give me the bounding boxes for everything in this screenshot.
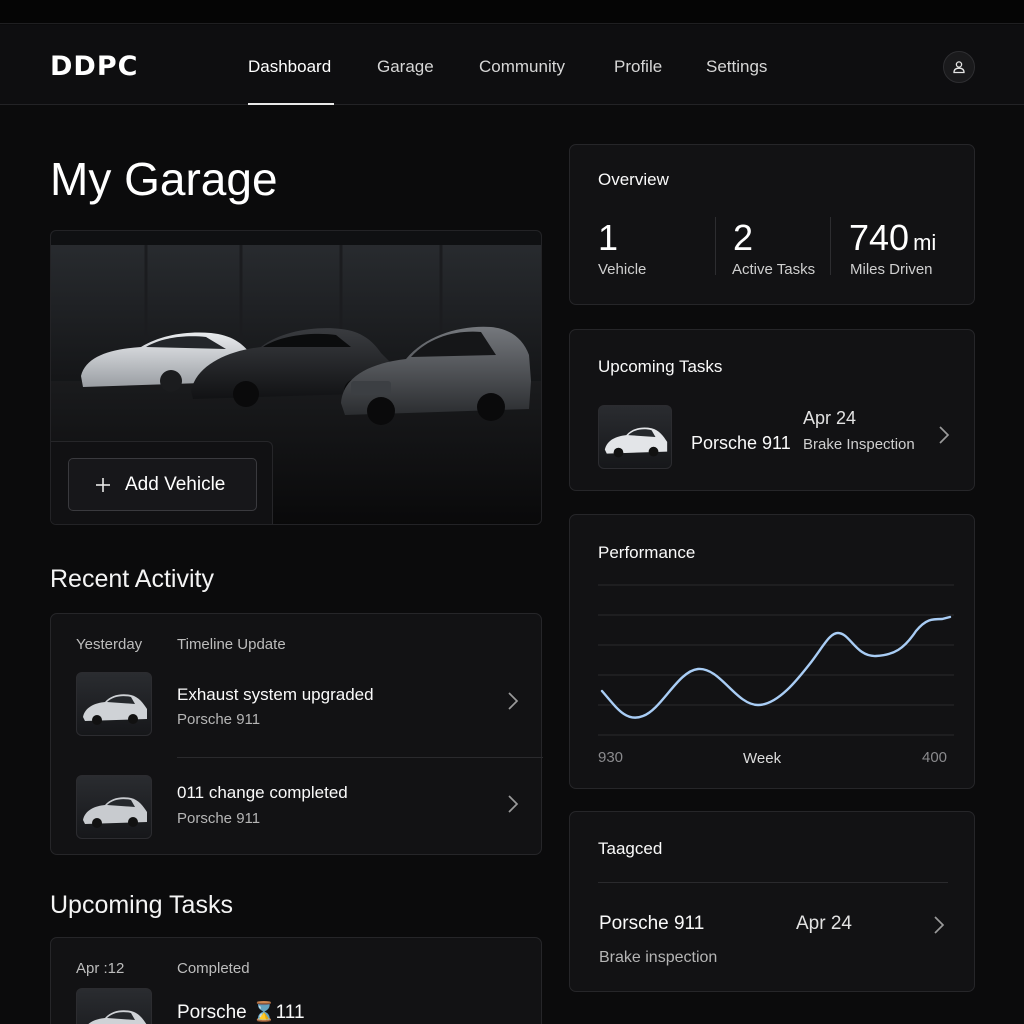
stat-tasks-label: Active Tasks [732, 261, 816, 278]
car-thumbnail [76, 672, 152, 736]
performance-heading: Performance [598, 543, 696, 562]
add-vehicle-panel: Add Vehicle [51, 441, 273, 524]
x-axis-start: 930 [598, 749, 624, 766]
tagged-heading: Taagced [598, 839, 663, 858]
car-thumbnail [598, 405, 672, 469]
upcoming-tasks-summary-heading: Upcoming Tasks [598, 357, 723, 376]
window-top-strip [0, 0, 1024, 24]
overview-card: Overview 1 Vehicle 2 Active Tasks 740 mi … [569, 144, 975, 305]
add-vehicle-button[interactable]: Add Vehicle [68, 458, 257, 511]
top-navigation: DDPC Dashboard Garage Community Profile … [0, 25, 1024, 105]
car-thumbnail [76, 988, 152, 1024]
performance-chart [598, 584, 954, 736]
stat-separator [715, 217, 716, 275]
page-title: My Garage [50, 153, 278, 205]
upcoming-tasks-heading: Upcoming Tasks [50, 891, 233, 919]
chevron-right-icon [508, 795, 519, 813]
performance-card: Performance 930 Week 400 [569, 514, 975, 789]
task-date: Apr 24 [803, 408, 857, 428]
row-divider [177, 757, 543, 758]
x-axis-end: 400 [922, 749, 948, 766]
performance-line [600, 615, 952, 719]
activity-vehicle: Porsche 911 [177, 711, 261, 728]
chevron-right-icon[interactable] [938, 425, 950, 445]
stat-separator [830, 217, 831, 275]
list-item[interactable]: Exhaust system upgraded Porsche 911 [51, 664, 543, 764]
garage-hero-image: Add Vehicle [50, 230, 542, 525]
chevron-right-icon[interactable] [933, 915, 945, 935]
stat-tasks-value: 2 [733, 217, 754, 258]
stat-vehicles-value: 1 [598, 217, 619, 258]
list-item[interactable]: 011 change completed Porsche 911 [51, 766, 543, 866]
stat-miles-label: Miles Driven [850, 261, 933, 278]
task-vehicle[interactable]: Porsche 911 [691, 433, 791, 454]
chevron-right-icon [508, 692, 519, 710]
nav-community[interactable]: Community [479, 57, 565, 77]
task-date: Apr :12 [76, 960, 125, 977]
plus-icon [96, 477, 110, 492]
activity-title: Exhaust system upgraded [177, 685, 374, 704]
nav-profile[interactable]: Profile [614, 57, 662, 77]
overview-heading: Overview [598, 170, 669, 189]
nav-settings[interactable]: Settings [706, 57, 767, 77]
activity-category: Timeline Update [177, 636, 286, 653]
active-tab-indicator [248, 103, 334, 105]
add-vehicle-label: Add Vehicle [125, 473, 226, 495]
recent-activity-heading: Recent Activity [50, 565, 214, 593]
car-thumbnail [76, 775, 152, 839]
tagged-task: Brake inspection [599, 949, 718, 966]
tagged-vehicle[interactable]: Porsche 911 [599, 913, 704, 935]
recent-activity-card: Yesterday Timeline Update Exhaust system… [50, 613, 543, 855]
card-divider [598, 882, 948, 883]
task-status: Completed [177, 960, 250, 977]
activity-vehicle: Porsche 911 [177, 810, 261, 827]
nav-garage[interactable]: Garage [377, 57, 434, 77]
user-icon [953, 61, 965, 74]
task-name: Brake Inspection [803, 436, 915, 453]
stat-miles-value: 740 mi [849, 217, 937, 258]
task-vehicle[interactable]: Porsche ⌛111 [177, 1000, 305, 1024]
activity-date: Yesterday [76, 636, 143, 653]
activity-title: 011 change completed [177, 783, 348, 802]
stat-vehicles-label: Vehicle [598, 261, 647, 278]
upcoming-tasks-card: Apr :12 Completed Porsche ⌛111 [50, 937, 542, 1024]
upcoming-tasks-summary-card: Upcoming Tasks Porsche 911 Apr 24 Brake … [569, 329, 975, 491]
profile-button[interactable] [943, 51, 975, 83]
tagged-date: Apr 24 [796, 913, 852, 934]
app-logo[interactable]: DDPC [50, 51, 138, 82]
tagged-card: Taagced Porsche 911 Apr 24 Brake inspect… [569, 811, 975, 992]
x-axis-label: Week [743, 750, 782, 767]
nav-dashboard[interactable]: Dashboard [248, 57, 331, 77]
